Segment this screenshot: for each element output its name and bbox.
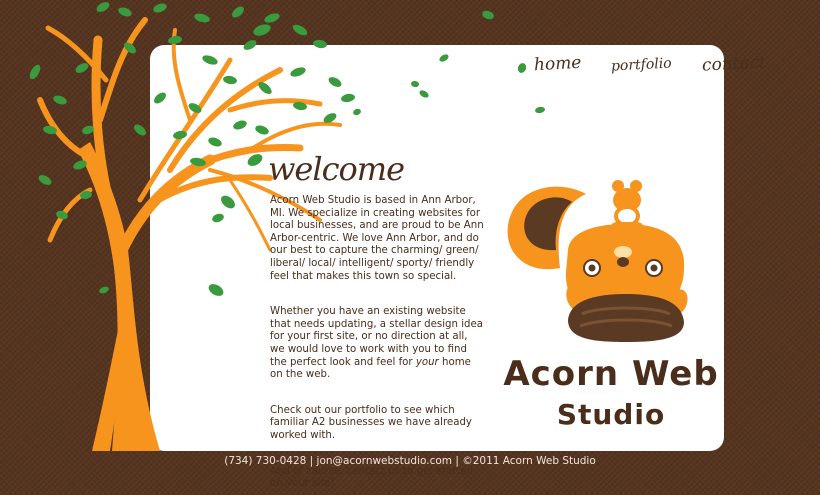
- main-navigation: home portfolio contact: [534, 52, 767, 75]
- intro-paragraph-2-emphasis: your: [415, 356, 439, 368]
- brand-name-line-1: Acorn Web: [503, 354, 719, 394]
- nav-contact-link[interactable]: contact: [702, 52, 767, 75]
- intro-paragraph-4: And of course, contact us to get started…: [270, 465, 473, 490]
- intro-text: Acorn Web Studio is based in Ann Arbor, …: [270, 195, 485, 491]
- nav-home-link[interactable]: home: [534, 53, 582, 75]
- footer-contact: (734) 730-0428 | jon@acornwebstudio.com …: [224, 455, 596, 467]
- intro-paragraph-3: Check out our portfolio to see which fam…: [270, 404, 472, 441]
- intro-paragraph-1: Acorn Web Studio is based in Ann Arbor, …: [270, 195, 484, 282]
- squirrel-acorn-logo: [507, 180, 688, 342]
- brand-name-line-2: Studio: [556, 398, 666, 431]
- intro-paragraph-2: Whether you have an existing website tha…: [270, 306, 485, 382]
- nav-portfolio-link[interactable]: portfolio: [611, 55, 673, 75]
- page-heading: welcome: [268, 150, 405, 188]
